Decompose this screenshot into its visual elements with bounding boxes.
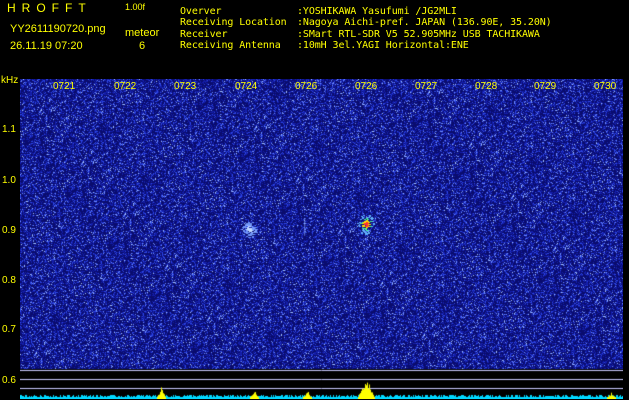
location-key: Receiving Location xyxy=(180,17,287,28)
hrofft-window: HROFFT 1.00f YY2611190720.png meteor 26.… xyxy=(0,0,629,400)
spectrogram-plot xyxy=(20,79,623,399)
receiver-key: Receiver xyxy=(180,29,228,40)
app-name: HROFFT xyxy=(7,1,92,15)
antenna-key: Receiving Antenna xyxy=(180,40,281,51)
x-tick-label: 0730 xyxy=(594,81,617,92)
app-version: 1.00f xyxy=(125,2,146,12)
x-tick-label: 0726 xyxy=(295,81,318,92)
x-tick-label: 0721 xyxy=(53,81,76,92)
x-tick-label: 0722 xyxy=(114,81,137,92)
x-tick-label: 0723 xyxy=(174,81,197,92)
observer-value: :YOSHIKAWA Yasufumi /JG2MLI xyxy=(297,6,457,17)
y-tick-label: 0.7 xyxy=(2,324,16,335)
y-tick-label: 0.8 xyxy=(2,275,16,286)
meteor-count: 6 xyxy=(139,40,146,52)
antenna-value: :10mH 3el.YAGI Horizontal:ENE xyxy=(297,40,469,51)
location-value: :Nagoya Aichi-pref. JAPAN (136.90E, 35.2… xyxy=(297,17,552,28)
x-tick-label: 0729 xyxy=(534,81,557,92)
date-time: 26.11.19 07:20 xyxy=(10,40,83,52)
x-tick-label: 0727 xyxy=(415,81,438,92)
y-tick-label: 0.9 xyxy=(2,225,16,236)
receiver-value: :SMart RTL-SDR V5 52.905MHz USB TACHIKAW… xyxy=(297,29,540,40)
x-tick-label: 0726 xyxy=(355,81,378,92)
meteor-label: meteor xyxy=(125,27,160,39)
x-tick-label: 0724 xyxy=(235,81,258,92)
y-tick-label: 1.0 xyxy=(2,175,16,186)
x-tick-label: 0728 xyxy=(475,81,498,92)
file-name: YY2611190720.png xyxy=(10,23,106,35)
observer-key: Overver xyxy=(180,6,222,17)
y-tick-label: 1.1 xyxy=(2,124,16,135)
y-unit-label: kHz xyxy=(1,75,19,86)
y-tick-label: 0.6 xyxy=(2,375,16,386)
